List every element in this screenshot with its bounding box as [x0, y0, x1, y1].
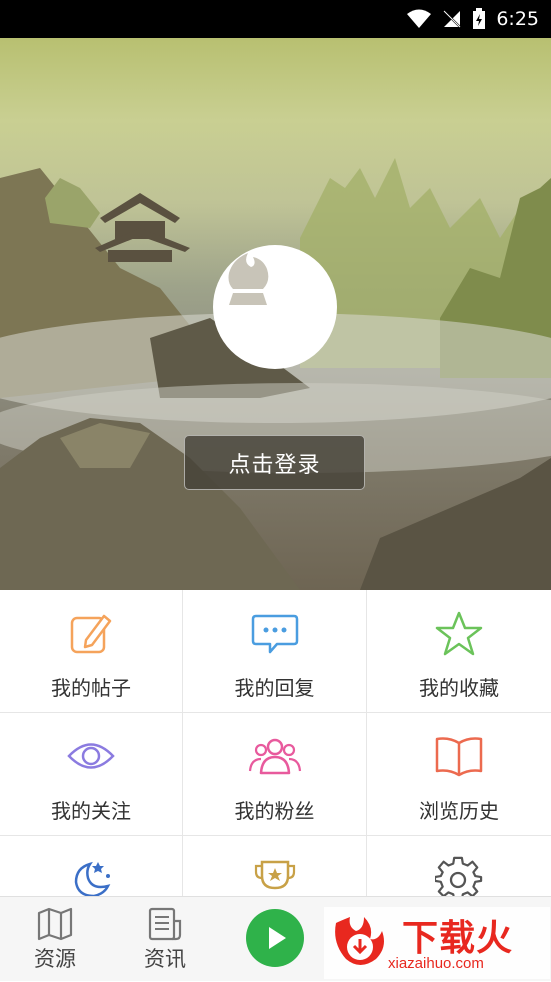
menu-item-night-mode[interactable]	[0, 836, 183, 896]
pagoda	[95, 193, 190, 262]
menu-item-label: 我的帖子	[51, 676, 131, 700]
gear-icon	[435, 856, 483, 896]
users-icon	[248, 738, 301, 775]
night-mode-icon	[74, 861, 111, 896]
play-icon	[269, 927, 286, 949]
trophy-icon	[254, 860, 295, 890]
book-icon	[435, 737, 483, 777]
default-avatar-icon	[228, 253, 269, 305]
watermark-logo: 下载火 xiazaihuo.com	[324, 907, 550, 979]
status-time: 6:25	[496, 8, 539, 30]
status-bar: 6:25	[0, 0, 551, 38]
menu-item-label: 我的收藏	[419, 676, 499, 700]
download-logo-icon	[335, 917, 384, 965]
eye-icon	[67, 743, 115, 769]
no-signal-icon	[443, 10, 462, 28]
menu-item-my-fans[interactable]: 我的粉丝	[183, 713, 367, 836]
menu-item-browse-history[interactable]: 浏览历史	[367, 713, 551, 836]
news-icon	[148, 907, 182, 941]
menu-item-my-favorites[interactable]: 我的收藏	[367, 590, 551, 713]
avatar[interactable]	[213, 245, 337, 369]
watermark-url: xiazaihuo.com	[388, 955, 484, 972]
map-icon	[37, 907, 73, 941]
tab-label: 资源	[34, 947, 76, 971]
menu-item-achievements[interactable]	[183, 836, 367, 896]
edit-icon	[70, 614, 112, 654]
tab-resources[interactable]: 资源	[5, 897, 105, 982]
login-button[interactable]: 点击登录	[184, 435, 365, 490]
wifi-icon	[407, 9, 432, 28]
menu-item-label: 我的回复	[234, 676, 315, 700]
menu-item-label: 我的粉丝	[234, 799, 315, 823]
menu-grid: 我的帖子 我的回复 我的收藏 我的关注 我的粉丝 浏览历史	[0, 590, 551, 896]
menu-item-my-replies[interactable]: 我的回复	[183, 590, 367, 713]
bottom-navigation: 资源 资讯 下载火 xiazaihuo.com	[0, 896, 551, 981]
watermark-title: 下载火	[402, 918, 514, 959]
battery-charging-icon	[473, 8, 486, 29]
menu-item-label: 浏览历史	[419, 799, 499, 823]
profile-header-background: 点击登录	[0, 38, 551, 590]
menu-item-settings[interactable]	[367, 836, 551, 896]
tab-label: 资讯	[144, 947, 186, 971]
star-icon	[435, 611, 483, 656]
play-button[interactable]	[246, 909, 304, 967]
menu-item-my-following[interactable]: 我的关注	[0, 713, 183, 836]
tab-news[interactable]: 资讯	[115, 897, 215, 982]
menu-item-label: 我的关注	[51, 799, 131, 823]
menu-item-my-posts[interactable]: 我的帖子	[0, 590, 183, 713]
chat-bubble-icon	[251, 614, 298, 654]
